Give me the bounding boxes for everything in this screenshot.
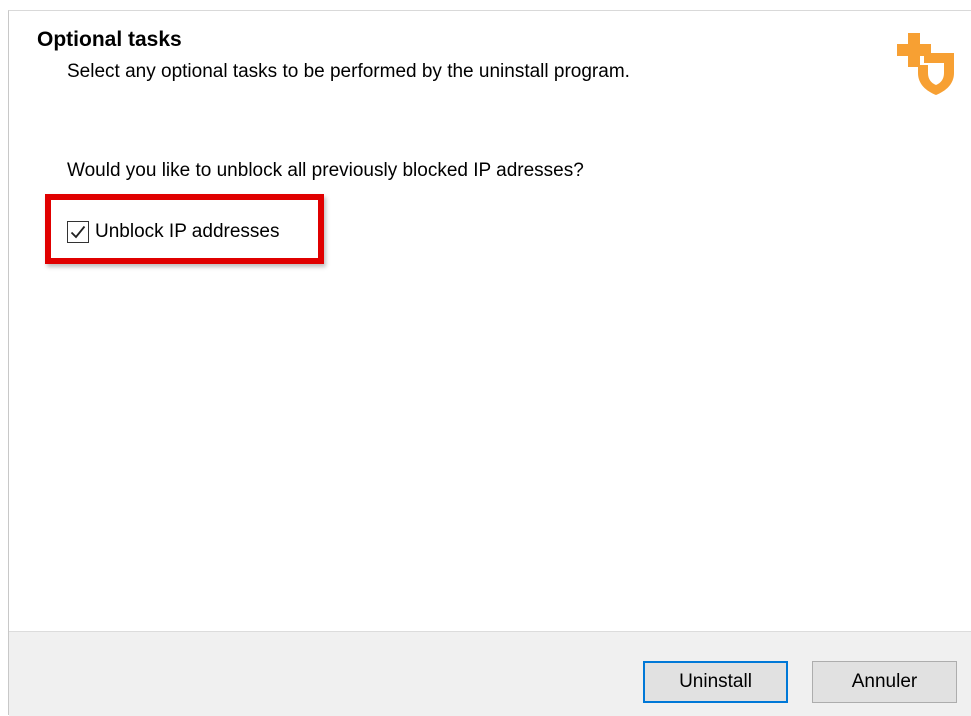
uninstaller-window: Optional tasks Select any optional tasks… [8,10,971,716]
page-subtitle: Select any optional tasks to be performe… [67,61,630,82]
unblock-ip-checkbox-row[interactable]: Unblock IP addresses [67,218,279,246]
shield-plus-icon [894,31,958,97]
cancel-button[interactable]: Annuler [812,661,957,703]
page-title: Optional tasks [37,28,182,51]
button-bar: Uninstall Annuler [9,631,971,716]
unblock-question: Would you like to unblock all previously… [67,160,584,181]
checkmark-icon [70,225,86,239]
unblock-ip-checkbox[interactable] [67,221,89,243]
uninstall-button[interactable]: Uninstall [643,661,788,703]
unblock-ip-label[interactable]: Unblock IP addresses [95,221,279,243]
